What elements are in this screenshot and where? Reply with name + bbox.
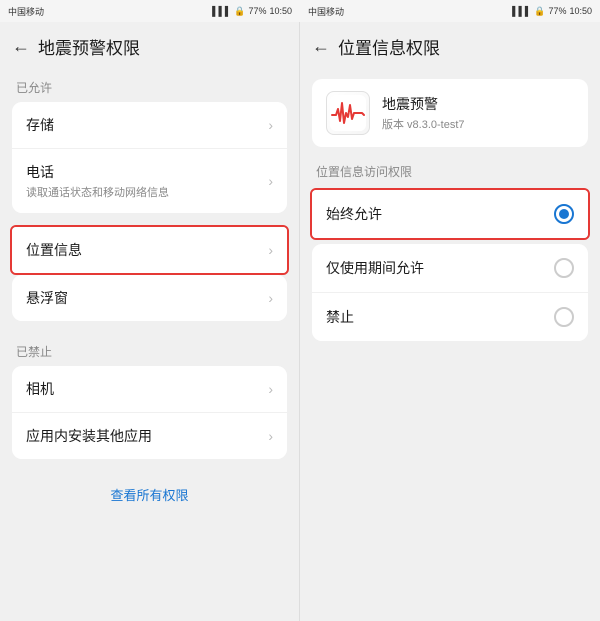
phone-label: 电话 bbox=[26, 162, 169, 182]
left-back-button[interactable]: ← bbox=[12, 36, 30, 57]
location-label: 位置信息 bbox=[26, 240, 82, 260]
camera-chevron-icon: › bbox=[268, 381, 273, 397]
app-info-card: 地震预警 版本 v8.3.0-test7 bbox=[312, 79, 588, 147]
storage-label: 存储 bbox=[26, 115, 54, 135]
left-status-icons: ▌▌▌ 🔒 77% 10:50 bbox=[212, 6, 292, 17]
install-label: 应用内安装其他应用 bbox=[26, 426, 152, 446]
while-using-item[interactable]: 仅使用期间允许 bbox=[312, 244, 588, 293]
right-carrier: 中国移动 bbox=[308, 5, 344, 18]
deny-item[interactable]: 禁止 bbox=[312, 293, 588, 341]
view-all-button[interactable]: 查看所有权限 bbox=[0, 471, 299, 518]
right-header: ← 位置信息权限 bbox=[300, 22, 600, 69]
wifi-icon: 🔒 bbox=[234, 6, 245, 17]
right-title: 位置信息权限 bbox=[338, 34, 440, 59]
r-wifi-icon: 🔒 bbox=[534, 6, 545, 17]
r-battery-icon: 77% bbox=[548, 6, 566, 16]
deny-label: 禁止 bbox=[326, 307, 354, 327]
right-panel: ← 位置信息权限 地震预警 版本 v8.3.0-test7 位置信息访问权限 始… bbox=[300, 0, 600, 621]
floating-list: 悬浮窗 › bbox=[12, 275, 287, 321]
floating-chevron-icon: › bbox=[268, 290, 273, 306]
always-allow-item[interactable]: 始终允许 bbox=[312, 190, 588, 238]
r-signal-icon: ▌▌▌ bbox=[512, 6, 531, 16]
left-carrier: 中国移动 bbox=[8, 5, 44, 18]
right-status-icons: ▌▌▌ 🔒 77% 10:50 bbox=[512, 6, 592, 17]
app-version: 版本 v8.3.0-test7 bbox=[382, 116, 465, 132]
while-using-label: 仅使用期间允许 bbox=[326, 258, 424, 278]
denied-list: 相机 › 应用内安装其他应用 › bbox=[12, 366, 287, 459]
left-title: 地震预警权限 bbox=[38, 34, 140, 59]
allowed-list: 存储 › 电话 读取通话状态和移动网络信息 › bbox=[12, 102, 287, 213]
floating-item[interactable]: 悬浮窗 › bbox=[12, 275, 287, 321]
time-right: 10:50 bbox=[569, 6, 592, 16]
right-back-button[interactable]: ← bbox=[312, 36, 330, 57]
phone-chevron-icon: › bbox=[268, 173, 273, 189]
location-highlight-wrapper: 位置信息 › bbox=[10, 225, 289, 275]
always-allow-radio[interactable] bbox=[554, 204, 574, 224]
storage-chevron-icon: › bbox=[268, 117, 273, 133]
denied-section-label: 已禁止 bbox=[0, 333, 299, 366]
app-name: 地震预警 bbox=[382, 94, 465, 114]
battery-icon: 77% bbox=[248, 6, 266, 16]
right-status-bar: 中国移动 ▌▌▌ 🔒 77% 10:50 bbox=[300, 0, 600, 22]
allowed-section-label: 已允许 bbox=[0, 69, 299, 102]
storage-item[interactable]: 存储 › bbox=[12, 102, 287, 149]
floating-label: 悬浮窗 bbox=[26, 288, 68, 308]
always-allow-label: 始终允许 bbox=[326, 204, 382, 224]
phone-item[interactable]: 电话 读取通话状态和移动网络信息 › bbox=[12, 149, 287, 213]
signal-icon: ▌▌▌ bbox=[212, 6, 231, 16]
camera-item[interactable]: 相机 › bbox=[12, 366, 287, 413]
permission-section-label: 位置信息访问权限 bbox=[300, 161, 600, 188]
app-icon bbox=[326, 91, 370, 135]
left-panel: ← 地震预警权限 已允许 存储 › 电话 读取通话状态和移动网络信息 › 位 bbox=[0, 0, 300, 621]
location-item[interactable]: 位置信息 › bbox=[12, 227, 287, 273]
always-allow-highlight: 始终允许 bbox=[310, 188, 590, 240]
location-chevron-icon: › bbox=[268, 242, 273, 258]
left-status-bar: 中国移动 ▌▌▌ 🔒 77% 10:50 bbox=[0, 0, 300, 22]
camera-label: 相机 bbox=[26, 379, 54, 399]
left-header: ← 地震预警权限 bbox=[0, 22, 299, 69]
deny-radio[interactable] bbox=[554, 307, 574, 327]
time-left: 10:50 bbox=[269, 6, 292, 16]
while-using-radio[interactable] bbox=[554, 258, 574, 278]
install-chevron-icon: › bbox=[268, 428, 273, 444]
install-item[interactable]: 应用内安装其他应用 › bbox=[12, 413, 287, 459]
other-options-list: 仅使用期间允许 禁止 bbox=[312, 244, 588, 341]
phone-subtitle: 读取通话状态和移动网络信息 bbox=[26, 184, 169, 200]
